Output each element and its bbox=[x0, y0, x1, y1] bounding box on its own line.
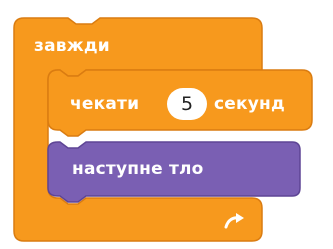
scratch-script: завжди чекати 5 секунд наступне тло bbox=[0, 0, 333, 249]
wait-seconds-unit-label: секунд bbox=[214, 94, 285, 114]
wait-seconds-input[interactable]: 5 bbox=[167, 88, 207, 120]
loop-arrow-icon bbox=[224, 213, 244, 229]
wait-label: чекати bbox=[70, 94, 140, 114]
forever-label: завжди bbox=[34, 36, 110, 56]
next-backdrop-label: наступне тло bbox=[72, 159, 204, 179]
